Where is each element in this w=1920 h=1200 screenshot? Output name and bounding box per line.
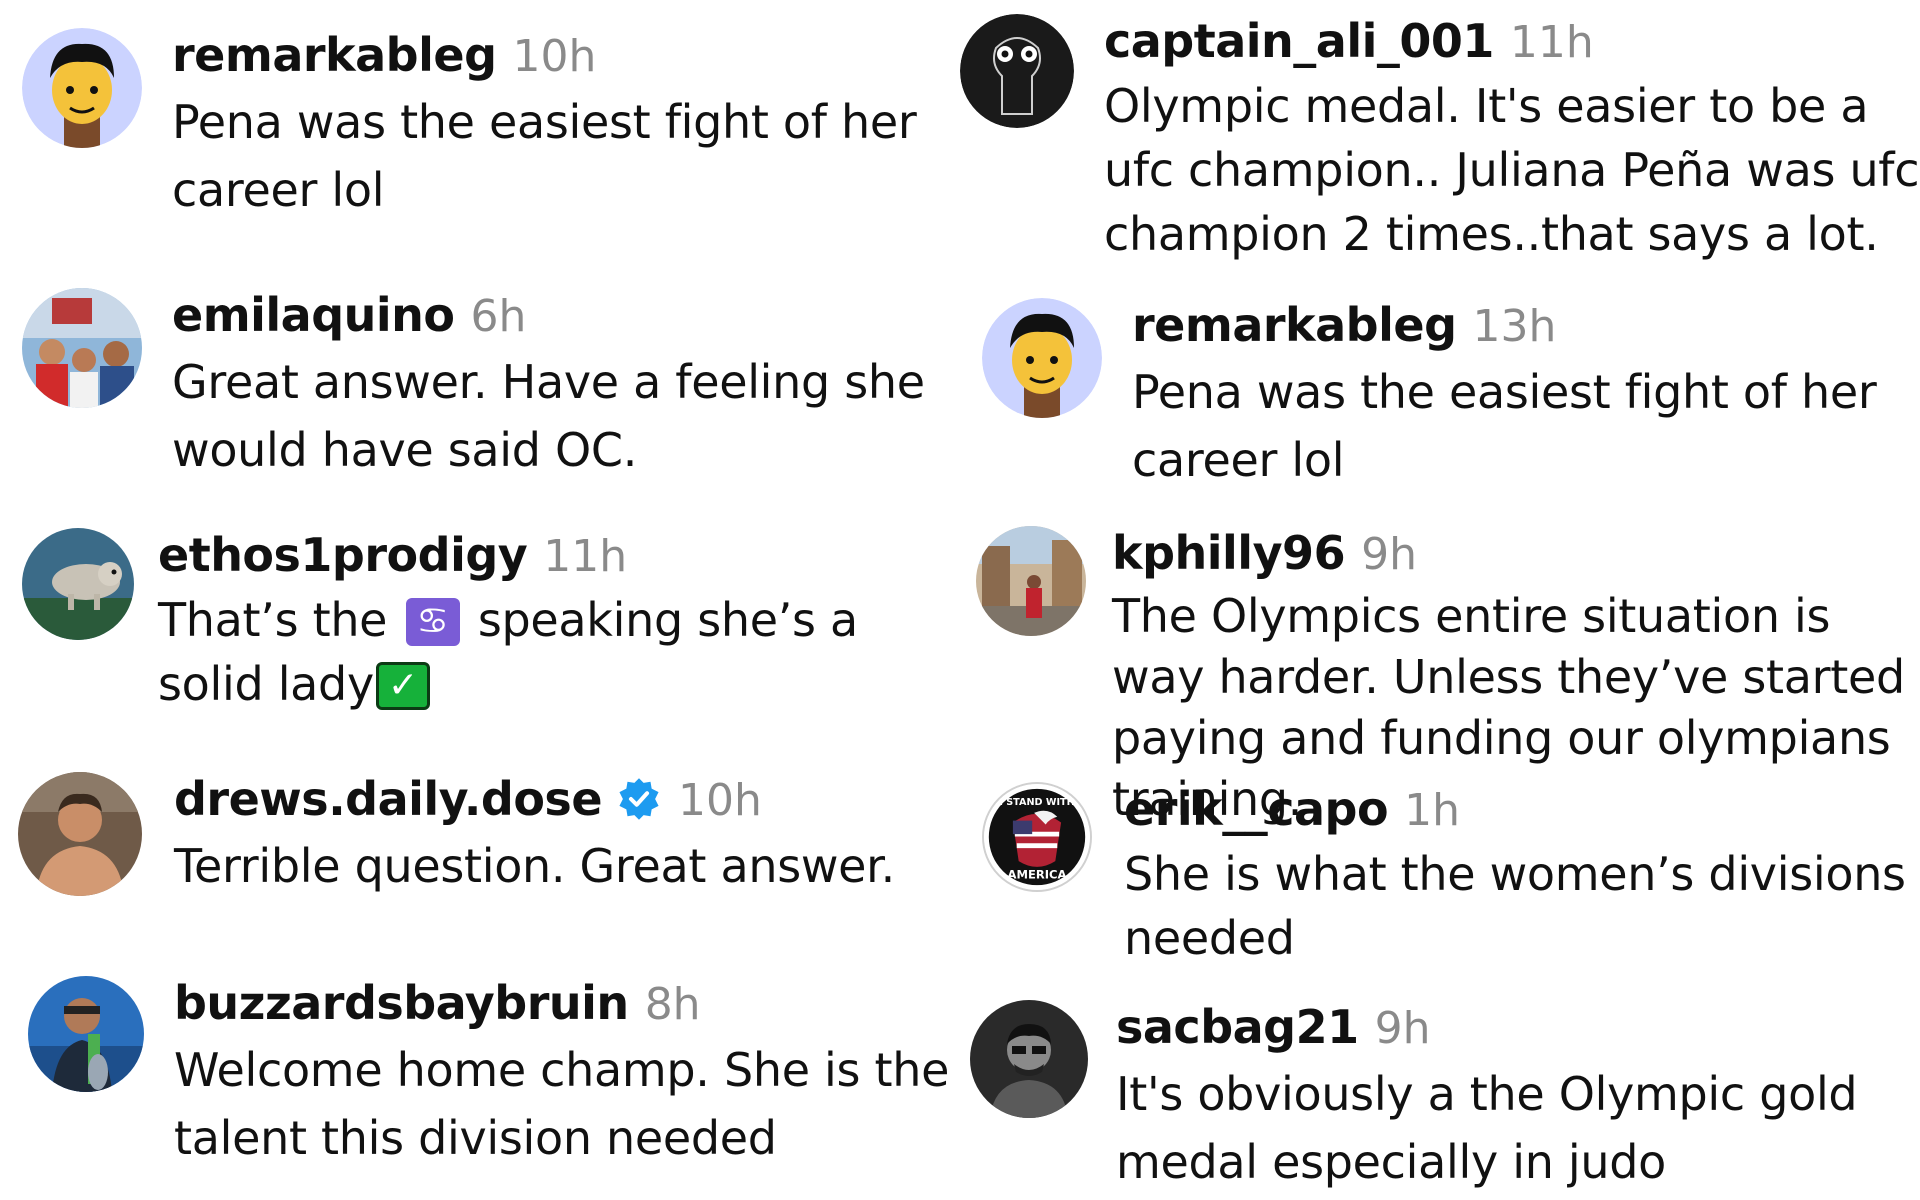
check-mark-emoji-icon: ✓ — [375, 662, 430, 710]
timestamp: 10h — [512, 31, 597, 82]
family-photo-icon — [22, 288, 142, 408]
username[interactable]: emilaquino — [172, 288, 455, 342]
comment-item: captain_ali_001 11h Olympic medal. It's … — [960, 14, 1920, 266]
verified-badge-icon — [616, 776, 662, 822]
comment-item: ethos1prodigy 11h That’s the ♋ speaking … — [22, 528, 958, 716]
comment-text: That’s the ♋ speaking she’s a solid lady… — [158, 588, 958, 716]
avatar-text-bottom: AMERICA — [1008, 867, 1067, 881]
username[interactable]: buzzardsbaybruin — [174, 976, 629, 1030]
bw-man-photo-icon — [970, 1000, 1088, 1118]
comment-text: Pena was the easiest fight of her career… — [172, 95, 917, 217]
username[interactable]: remarkableg — [1132, 298, 1457, 352]
username[interactable]: drews.daily.dose — [174, 772, 603, 826]
username[interactable]: remarkableg — [172, 28, 497, 82]
man-photo-icon — [18, 772, 142, 896]
avatar[interactable] — [22, 288, 142, 408]
comment-text: It's obviously a the Olympic gold medal … — [1116, 1067, 1858, 1189]
avatar[interactable] — [22, 528, 134, 640]
timestamp: 6h — [470, 291, 527, 342]
comment-item: remarkableg 13h Pena was the easiest fig… — [982, 298, 1920, 494]
comment-text-part: That’s the — [158, 593, 388, 647]
timestamp: 9h — [1361, 529, 1417, 580]
comment-item: buzzardsbaybruin 8h Welcome home champ. … — [28, 976, 964, 1172]
comment-item: sacbag21 9h It's obviously a the Olympic… — [970, 1000, 1920, 1196]
username[interactable]: kphilly96 — [1112, 526, 1346, 580]
avatar[interactable] — [982, 298, 1102, 418]
avatar[interactable] — [28, 976, 144, 1092]
eagle-flag-icon: I STAND WITH AMERICA — [984, 784, 1090, 890]
comment-item: remarkableg 10h Pena was the easiest fig… — [22, 28, 952, 224]
comment-text: Olympic medal. It's easier to be a ufc c… — [1104, 79, 1920, 261]
username[interactable]: captain_ali_001 — [1104, 14, 1494, 68]
fisherman-photo-icon — [28, 976, 144, 1092]
comment-text: Pena was the easiest fight of her career… — [1132, 365, 1877, 487]
comment-item: emilaquino 6h Great answer. Have a feeli… — [22, 288, 962, 484]
avatar[interactable] — [970, 1000, 1088, 1118]
avatar[interactable] — [18, 772, 142, 896]
timestamp: 9h — [1374, 1003, 1431, 1054]
timestamp: 8h — [644, 979, 701, 1030]
keyhole-face-icon — [960, 14, 1074, 128]
comment-item: drews.daily.dose 10h Terrible question. … — [18, 772, 954, 900]
avatar[interactable] — [976, 526, 1086, 636]
animal-photo-icon — [22, 528, 134, 640]
street-photo-icon — [976, 526, 1086, 636]
username[interactable]: ethos1prodigy — [158, 528, 528, 582]
avatar[interactable]: I STAND WITH AMERICA — [982, 782, 1092, 892]
timestamp: 1h — [1404, 785, 1460, 836]
comment-text: Terrible question. Great answer. — [174, 839, 895, 893]
cancer-zodiac-emoji-icon: ♋ — [405, 598, 460, 646]
cartoon-boy-icon — [22, 28, 142, 148]
comment-item: I STAND WITH AMERICA erik__capo 1h She i… — [982, 782, 1920, 970]
comment-text: Great answer. Have a feeling she would h… — [172, 355, 925, 477]
avatar[interactable] — [960, 14, 1074, 128]
cartoon-boy-icon — [982, 298, 1102, 418]
avatar[interactable] — [22, 28, 142, 148]
comment-text: She is what the women’s divisions needed — [1124, 847, 1906, 965]
avatar-text-top: I STAND WITH — [999, 797, 1074, 808]
timestamp: 11h — [1509, 17, 1594, 68]
timestamp: 11h — [543, 531, 628, 582]
comment-text: Welcome home champ. She is the talent th… — [174, 1043, 950, 1165]
timestamp: 10h — [678, 775, 762, 826]
username[interactable]: erik__capo — [1124, 782, 1389, 836]
timestamp: 13h — [1472, 301, 1557, 352]
username[interactable]: sacbag21 — [1116, 1000, 1359, 1054]
